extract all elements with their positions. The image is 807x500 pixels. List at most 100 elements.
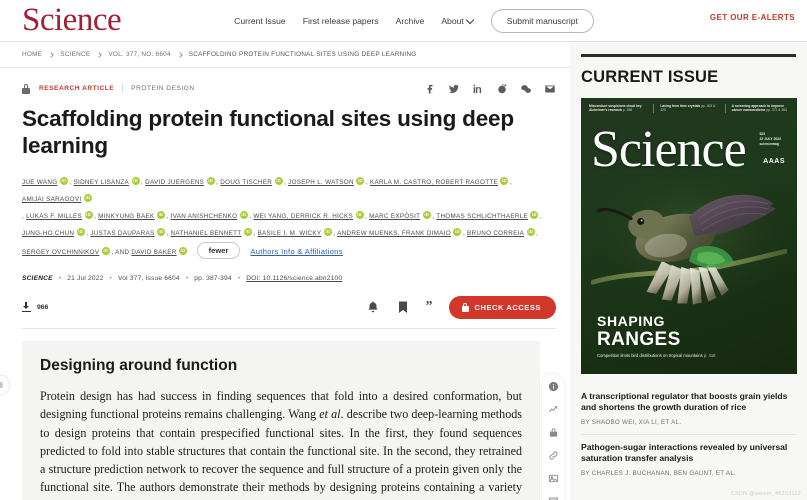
lock-icon[interactable] bbox=[548, 427, 559, 438]
email-icon[interactable] bbox=[544, 83, 556, 95]
publication-date: 21 Jul 2022 bbox=[67, 275, 104, 283]
author-link[interactable]: BASILE I. M. WICKY bbox=[258, 230, 322, 237]
orcid-icon[interactable] bbox=[84, 211, 93, 220]
orcid-icon[interactable] bbox=[131, 177, 140, 186]
author-link[interactable]: WEI YANG, DERRICK R. HICKS bbox=[253, 213, 353, 220]
author-link[interactable]: LUKAS F. MILLES bbox=[26, 213, 82, 220]
journal-name: SCIENCE bbox=[22, 275, 53, 283]
breadcrumb-item-home[interactable]: HOME bbox=[22, 51, 42, 58]
author-row-3: JUNG-HO CHUN, JUSTAS DAUPARAS, NATHANIEL… bbox=[22, 228, 538, 237]
orcid-icon[interactable] bbox=[500, 177, 509, 186]
lock-icon bbox=[22, 83, 30, 94]
chevron-right-icon bbox=[49, 53, 53, 57]
nav-item-first-release-papers[interactable]: First release papers bbox=[303, 16, 379, 26]
orcid-icon[interactable] bbox=[101, 247, 110, 256]
orcid-icon[interactable] bbox=[59, 177, 68, 186]
hummingbird-photo bbox=[591, 177, 787, 318]
author-link[interactable]: KARLA M. CASTRO, ROBERT RAGOTTE bbox=[370, 179, 498, 186]
orcid-icon[interactable] bbox=[243, 228, 252, 237]
author-link[interactable]: JUNG-HO CHUN bbox=[22, 230, 74, 237]
sidebar-article-title[interactable]: A transcriptional regulator that boosts … bbox=[581, 391, 796, 414]
linkedin-icon[interactable] bbox=[472, 83, 484, 95]
orcid-icon[interactable] bbox=[239, 211, 248, 220]
abstract-heading: Designing around function bbox=[40, 357, 238, 375]
orcid-icon[interactable] bbox=[453, 228, 462, 237]
body-layout: HOME SCIENCE VOL. 377, NO. 6604 SCAFFOLD… bbox=[0, 42, 807, 500]
nav-item-archive[interactable]: Archive bbox=[396, 16, 425, 26]
orcid-icon[interactable] bbox=[76, 228, 85, 237]
authors-info-affiliations-link[interactable]: Authors Info & Affiliations bbox=[250, 247, 342, 256]
author-link[interactable]: JOSEPH L. WATSON bbox=[288, 179, 354, 186]
author-link[interactable]: DOUG TISCHER bbox=[220, 179, 272, 186]
table-icon[interactable] bbox=[548, 496, 559, 500]
bookmark-icon[interactable] bbox=[396, 300, 410, 314]
orcid-icon[interactable] bbox=[156, 228, 165, 237]
orcid-icon[interactable] bbox=[530, 211, 539, 220]
orcid-icon[interactable] bbox=[422, 211, 431, 220]
author-link[interactable]: MARC EXPÒSIT bbox=[369, 213, 420, 220]
author-list: JUE WANG, SIDNEY LISANZA, DAVID JUERGENS… bbox=[0, 159, 570, 261]
sidebar-article-title[interactable]: Pathogen-sugar interactions revealed by … bbox=[581, 442, 796, 465]
wechat-icon[interactable] bbox=[520, 83, 532, 95]
cover-feature-line-2: RANGES bbox=[597, 328, 681, 350]
page-root: Science Current Issue First release pape… bbox=[0, 0, 807, 500]
list-icon bbox=[0, 382, 3, 388]
author-link[interactable]: MINKYUNG BAEK bbox=[98, 213, 154, 220]
nav-item-about[interactable]: About bbox=[441, 16, 473, 26]
orcid-icon[interactable] bbox=[355, 211, 364, 220]
download-count-group[interactable]: 966 bbox=[22, 301, 49, 313]
link-icon[interactable] bbox=[548, 450, 559, 461]
fewer-authors-button[interactable]: fewer bbox=[196, 242, 241, 260]
author-link[interactable]: IVAN ANISHCHENKO bbox=[171, 213, 238, 220]
article-action-toolbar: 966 ” CHECK ACCESS bbox=[22, 294, 556, 320]
list-item[interactable]: A transcriptional regulator that boosts … bbox=[581, 384, 796, 434]
download-icon bbox=[22, 301, 31, 313]
download-count: 966 bbox=[37, 303, 49, 311]
orcid-icon[interactable] bbox=[83, 194, 92, 203]
doi-link[interactable]: DOI: 10.1126/science.abn2100 bbox=[246, 275, 342, 282]
orcid-icon[interactable] bbox=[274, 177, 283, 186]
cover-publisher: AAAS bbox=[763, 157, 785, 165]
author-row-2: , LUKAS F. MILLES, MINKYUNG BAEK, IVAN A… bbox=[22, 211, 542, 220]
left-floating-menu-button[interactable] bbox=[0, 376, 9, 394]
science-logo[interactable]: Science bbox=[22, 4, 127, 37]
get-e-alerts-link[interactable]: GET OUR E-ALERTS bbox=[710, 13, 795, 22]
info-icon[interactable] bbox=[548, 381, 559, 392]
author-link[interactable]: DAVID BAKER bbox=[131, 249, 176, 256]
author-link[interactable]: JUE WANG bbox=[22, 179, 57, 186]
list-item[interactable]: Pathogen-sugar interactions revealed by … bbox=[581, 433, 796, 485]
orcid-icon[interactable] bbox=[179, 247, 188, 256]
issue-cover-image[interactable]: Misconduct suspicions cloud key Alzheime… bbox=[581, 97, 797, 374]
orcid-icon[interactable] bbox=[526, 228, 535, 237]
author-link[interactable]: THOMAS SCHLICHTHAERLE bbox=[436, 213, 528, 220]
check-access-button[interactable]: CHECK ACCESS bbox=[448, 295, 556, 319]
author-link[interactable]: BRUNO CORREIA bbox=[467, 230, 524, 237]
orcid-icon[interactable] bbox=[323, 228, 332, 237]
author-link[interactable]: JUSTAS DAUPARAS bbox=[90, 230, 154, 237]
quote-icon[interactable]: ” bbox=[426, 300, 433, 314]
meta-separator: • bbox=[185, 275, 189, 283]
facebook-icon[interactable] bbox=[424, 83, 436, 95]
tag-protein-design[interactable]: PROTEIN DESIGN bbox=[131, 85, 194, 92]
author-link[interactable]: SIDNEY LISANZA bbox=[74, 179, 130, 186]
reddit-icon[interactable] bbox=[496, 83, 508, 95]
chevron-right-icon bbox=[178, 53, 182, 57]
author-link[interactable]: DAVID JUERGENS bbox=[145, 179, 204, 186]
submit-manuscript-button[interactable]: Submit manuscript bbox=[490, 8, 594, 33]
metrics-icon[interactable] bbox=[548, 404, 559, 415]
bell-icon[interactable] bbox=[366, 300, 380, 314]
author-link[interactable]: ANDREW MUENKS, FRANK DIMAIO bbox=[337, 230, 451, 237]
orcid-icon[interactable] bbox=[206, 177, 215, 186]
twitter-icon[interactable] bbox=[448, 83, 460, 95]
toolbar-actions: ” CHECK ACCESS bbox=[366, 295, 556, 319]
author-link[interactable]: AMIJAI SARAGOVI bbox=[22, 196, 81, 203]
breadcrumb-item-volume[interactable]: VOL. 377, NO. 6604 bbox=[108, 51, 170, 58]
author-link[interactable]: NATHANIEL BENNETT bbox=[171, 230, 242, 237]
orcid-icon[interactable] bbox=[356, 177, 365, 186]
orcid-icon[interactable] bbox=[157, 211, 166, 220]
author-link[interactable]: SERGEY OVCHINNIKOV bbox=[22, 249, 99, 256]
breadcrumb-item-science[interactable]: SCIENCE bbox=[60, 51, 90, 58]
nav-item-current-issue[interactable]: Current Issue bbox=[234, 16, 286, 26]
image-icon[interactable] bbox=[548, 473, 559, 484]
tag-research-article[interactable]: RESEARCH ARTICLE bbox=[39, 85, 114, 92]
